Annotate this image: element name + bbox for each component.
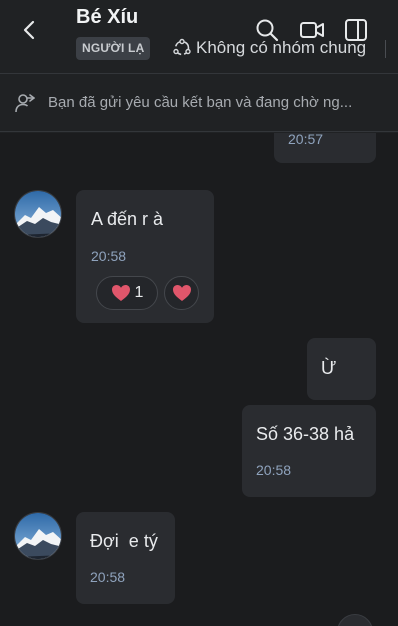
message-time: 20:57 <box>288 133 324 147</box>
message-time: 20:58 <box>256 462 292 478</box>
message-time: 20:58 <box>91 248 127 264</box>
side-panel-icon[interactable] <box>343 17 369 43</box>
heart-icon <box>111 285 130 301</box>
add-friend-icon <box>15 94 35 113</box>
scroll-to-bottom-button[interactable] <box>337 614 373 626</box>
mountain-avatar-image <box>15 513 61 559</box>
reaction-count: 1 <box>134 284 144 301</box>
message-time: 20:58 <box>90 569 126 585</box>
friend-request-text: Bạn đã gửi yêu cầu kết bạn và đang chờ n… <box>48 94 353 111</box>
back-icon[interactable] <box>18 18 42 42</box>
message-text: Đợi e tý <box>90 531 158 551</box>
message-text: A đến r à <box>91 209 164 229</box>
video-call-icon[interactable] <box>299 17 325 43</box>
friend-request-bar[interactable]: Bạn đã gửi yêu cầu kết bạn và đang chờ n… <box>0 75 398 132</box>
heart-icon <box>172 285 191 301</box>
mountain-avatar-image <box>15 191 61 237</box>
add-reaction-button[interactable] <box>164 276 199 310</box>
contact-avatar[interactable] <box>14 190 62 238</box>
message-bubble-outgoing[interactable]: Số 36-38 hả 20:58 <box>242 405 376 497</box>
message-bubble-incoming[interactable]: A đến r à 20:58 1 <box>76 190 214 323</box>
message-text: Số 36-38 hả <box>256 424 355 444</box>
contact-avatar[interactable] <box>14 512 62 560</box>
chat-header: Bé Xíu NGƯỜI LẠ Không có nhóm chung <box>0 0 398 74</box>
message-text: Ừ <box>321 358 337 378</box>
search-icon[interactable] <box>254 17 280 43</box>
message-bubble-incoming[interactable]: Đợi e tý 20:58 <box>76 512 175 604</box>
message-bubble-outgoing[interactable]: Ừ <box>307 338 376 400</box>
common-groups-label: Không có nhóm chung <box>196 38 367 57</box>
groups-icon <box>173 38 191 56</box>
header-divider <box>385 40 386 58</box>
message-bubble-outgoing[interactable]: 20:57 <box>274 133 376 163</box>
reaction-summary[interactable]: 1 <box>96 276 158 310</box>
contact-name[interactable]: Bé Xíu <box>76 6 138 29</box>
stranger-badge: NGƯỜI LẠ <box>76 37 151 60</box>
message-list[interactable]: 20:57 A đến r à 20:58 1 Ừ Số 36-38 hả 20… <box>0 133 398 626</box>
